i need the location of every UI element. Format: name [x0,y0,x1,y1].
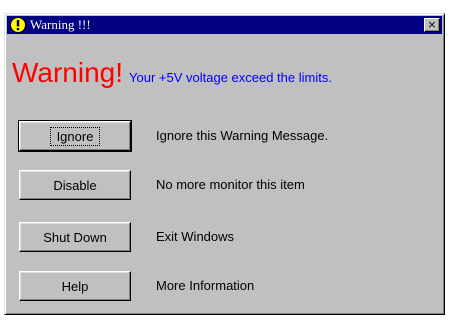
window-title: Warning !!! [30,17,91,32]
disable-button[interactable]: Disable [19,170,131,200]
disable-description: No more monitor this item [156,177,305,192]
warning-title: Warning! [12,57,124,88]
help-button[interactable]: Help [19,271,131,301]
ignore-button[interactable]: Ignore [18,120,132,152]
disable-button-label: Disable [53,177,97,193]
ignore-description: Ignore this Warning Message. [156,128,329,143]
shut-down-button-label: Shut Down [43,229,107,245]
help-description: More Information [156,278,255,293]
shut-down-description: Exit Windows [156,229,235,244]
warning-headline: Warning! Your +5V voltage exceed the limi… [12,57,332,89]
close-button[interactable]: × [424,18,440,32]
warning-exclamation-icon [10,17,26,33]
close-icon: × [427,18,437,31]
ignore-button-label: Ignore [49,126,101,146]
shut-down-button[interactable]: Shut Down [19,222,131,252]
help-button-label: Help [61,278,89,294]
title-bar[interactable]: Warning !!! × [7,16,442,34]
warning-message: Your +5V voltage exceed the limits. [129,70,332,85]
warning-dialog: Warning !!! × Warning! Your +5V voltage e… [4,13,445,315]
